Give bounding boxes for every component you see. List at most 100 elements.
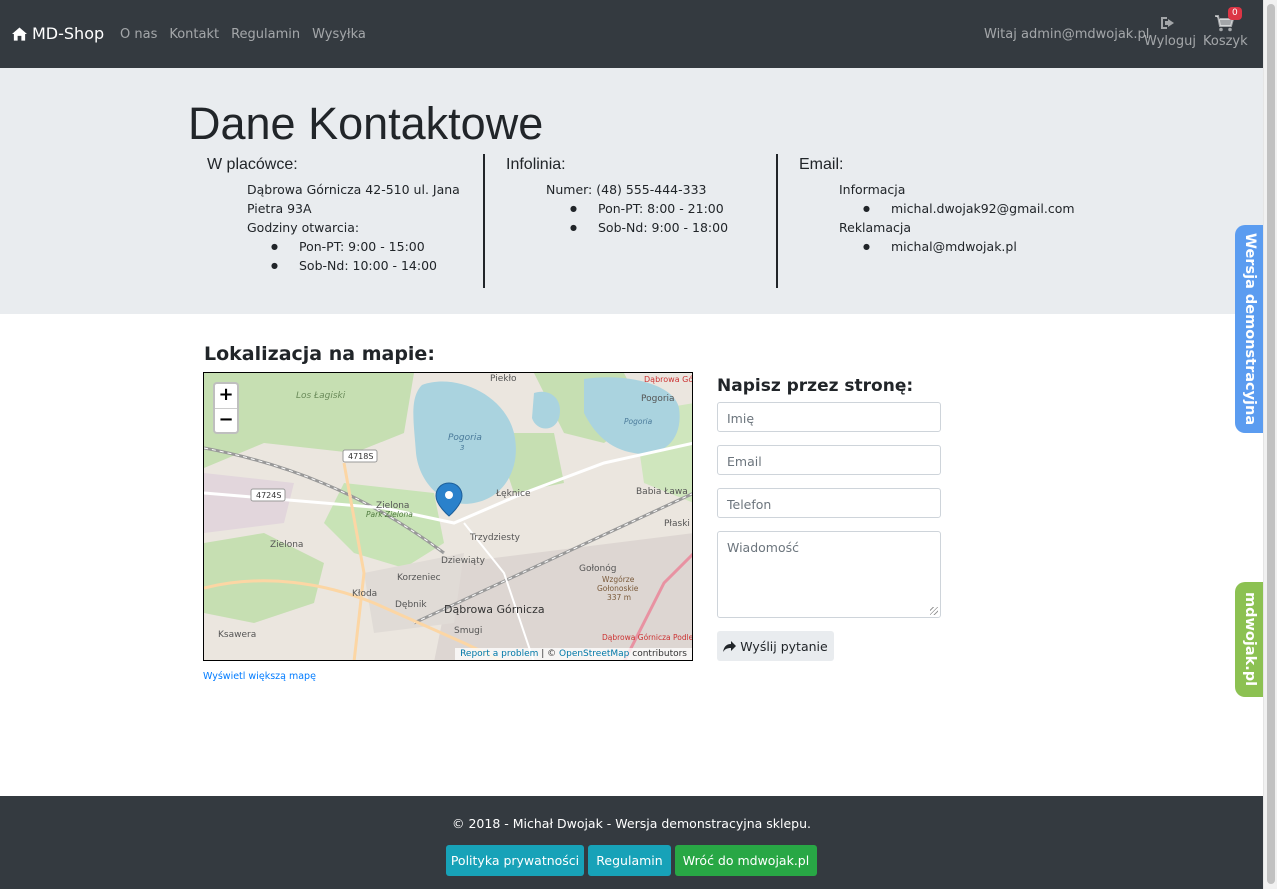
map-label: Pogoria [624,417,653,426]
map-attribution: Report a problem | © OpenStreetMap contr… [455,648,692,660]
logout-label: Wyloguj [1144,34,1196,49]
map-label: Kłoda [352,589,377,599]
list-item: Sob-Nd: 10:00 - 14:00 [247,256,460,275]
branch-hours-label: Godziny otwarcia: [247,220,360,235]
nav-links: O nas Kontakt Regulamin Wysyłka [120,27,366,42]
nav-link-kontakt[interactable]: Kontakt [169,27,219,42]
hotline-info: Numer: (48) 555-444-333 Pon-PT: 8:00 - 2… [546,180,728,237]
map-label: Łęknice [495,489,531,499]
back-to-site-button[interactable]: Wróć do mdwojak.pl [675,845,817,876]
map-label: 337 m [607,593,631,602]
map-label: Korzeniec [397,573,441,583]
map-label: Dębnik [395,600,427,610]
map-label: Smugi [454,626,482,636]
footer-copyright: © 2018 - Michał Dwojak - Wersja demonstr… [451,816,811,831]
nav-link-wysylka[interactable]: Wysyłka [312,27,366,42]
column-divider [483,154,485,288]
attribution-tail: contributors [629,649,687,659]
terms-button[interactable]: Regulamin [588,845,671,876]
hotline-number: Numer: (48) 555-444-333 [546,182,707,197]
cart-count-badge: 0 [1228,7,1242,20]
mdwojak-site-tab[interactable]: mdwojak.pl [1235,582,1265,697]
map-label: Ksawera [218,630,256,640]
map-label: Zielona [270,540,303,550]
branch-info: Dąbrowa Górnicza 42-510 ul. Jana Pietra … [247,180,460,275]
map-label: Wzgórze [602,575,635,584]
zoom-out-button[interactable]: − [215,408,237,432]
email-complaints-list: michal@mdwojak.pl [839,237,1075,256]
map-widget[interactable]: Piekło Dąbrowa Górn Los Łagiski Pogoria … [203,372,693,661]
demo-version-tab[interactable]: Wersja demonstracyjna [1235,225,1265,433]
email-info-list: michal.dwojak92@gmail.com [839,199,1075,218]
scrollbar-thumb[interactable] [1267,4,1275,884]
osm-link[interactable]: OpenStreetMap [559,649,629,659]
list-item: Pon-PT: 9:00 - 15:00 [247,237,460,256]
email-heading: Email: [799,156,844,173]
map-label: Babia Ława [636,487,688,497]
hotline-heading: Infolinia: [506,156,566,173]
bigger-map-link[interactable]: Wyświetl większą mapę [203,671,316,682]
message-placeholder: Wiadomość [727,540,800,555]
home-icon [12,26,27,41]
nav-link-regulamin[interactable]: Regulamin [231,27,300,42]
map-label: 4724S [256,491,281,500]
cart-label: Koszyk [1203,34,1248,49]
email-info-address: michal.dwojak92@gmail.com [839,199,1075,218]
map-label: Trzydziesty [469,533,521,543]
map-label: Dąbrowa Górnicza [444,603,545,616]
phone-input[interactable]: Telefon [717,488,941,518]
cart-button[interactable]: 0 Koszyk [1203,7,1248,49]
email-complaints-address: michal@mdwojak.pl [839,237,1075,256]
map-label: Dziewiąty [441,556,486,566]
map-label: Gołonóg [579,563,616,574]
resize-handle[interactable] [930,607,938,615]
email-info: Informacja michal.dwojak92@gmail.com Rek… [839,180,1075,256]
map-title: Lokalizacja na mapie: [204,343,435,365]
map-label: Dąbrowa Górn [644,374,693,384]
privacy-policy-button[interactable]: Polityka prywatności [446,845,584,876]
branch-hours-list: Pon-PT: 9:00 - 15:00 Sob-Nd: 10:00 - 14:… [247,237,460,275]
nav-link-o-nas[interactable]: O nas [120,27,157,42]
page-title: Dane Kontaktowe [188,98,544,149]
map-label: Los Łagiski [296,391,346,401]
attribution-separator: | © [538,649,560,659]
zoom-control: + − [213,382,239,434]
vertical-scrollbar[interactable] [1263,0,1277,889]
brand-label: MD-Shop [32,24,105,43]
branch-address-line2: Pietra 93A [247,201,312,216]
email-info-label: Informacja [839,182,906,197]
list-item: Pon-PT: 8:00 - 21:00 [546,199,728,218]
send-button[interactable]: Wyślij pytanie [717,631,834,661]
map-label: Gołonoskie [597,584,639,593]
logout-button[interactable]: Wyloguj [1144,12,1196,49]
map-label: Piekło [490,374,517,384]
branch-address-line1: Dąbrowa Górnicza 42-510 ul. Jana [247,182,460,197]
sign-out-icon [1161,17,1174,29]
report-problem-link[interactable]: Report a problem [460,649,538,659]
map-label: 4718S [348,452,373,461]
contact-section: Dane Kontaktowe W placówce: Dąbrowa Górn… [0,68,1263,314]
map-label: Pogoria [641,394,675,404]
map-label: Dąbrowa Górnicza Podle [602,633,693,642]
message-textarea[interactable]: Wiadomość [717,531,941,618]
navbar: MD-Shop O nas Kontakt Regulamin Wysyłka … [0,0,1263,68]
hotline-hours-list: Pon-PT: 8:00 - 21:00 Sob-Nd: 9:00 - 18:0… [546,199,728,237]
column-divider [776,154,778,288]
share-icon [723,640,737,652]
footer: © 2018 - Michał Dwojak - Wersja demonstr… [0,796,1263,889]
form-title: Napisz przez stronę: [717,376,914,396]
zoom-in-button[interactable]: + [215,384,237,408]
map-label: 3 [460,444,464,452]
map-label: Park Zielona [366,510,413,519]
brand-link[interactable]: MD-Shop [12,24,104,43]
email-input[interactable]: Email [717,445,941,475]
name-input[interactable]: Imię [717,402,941,432]
map-label: Pogoria [448,433,482,443]
send-button-label: Wyślij pytanie [740,638,828,654]
map-tiles: Piekło Dąbrowa Górn Los Łagiski Pogoria … [204,373,693,660]
map-label: Płaski [664,519,690,529]
email-complaints-label: Reklamacja [839,220,912,235]
branch-heading: W placówce: [207,156,298,173]
list-item: Sob-Nd: 9:00 - 18:00 [546,218,728,237]
user-greeting: Witaj admin@mdwojak.pl [984,27,1150,42]
